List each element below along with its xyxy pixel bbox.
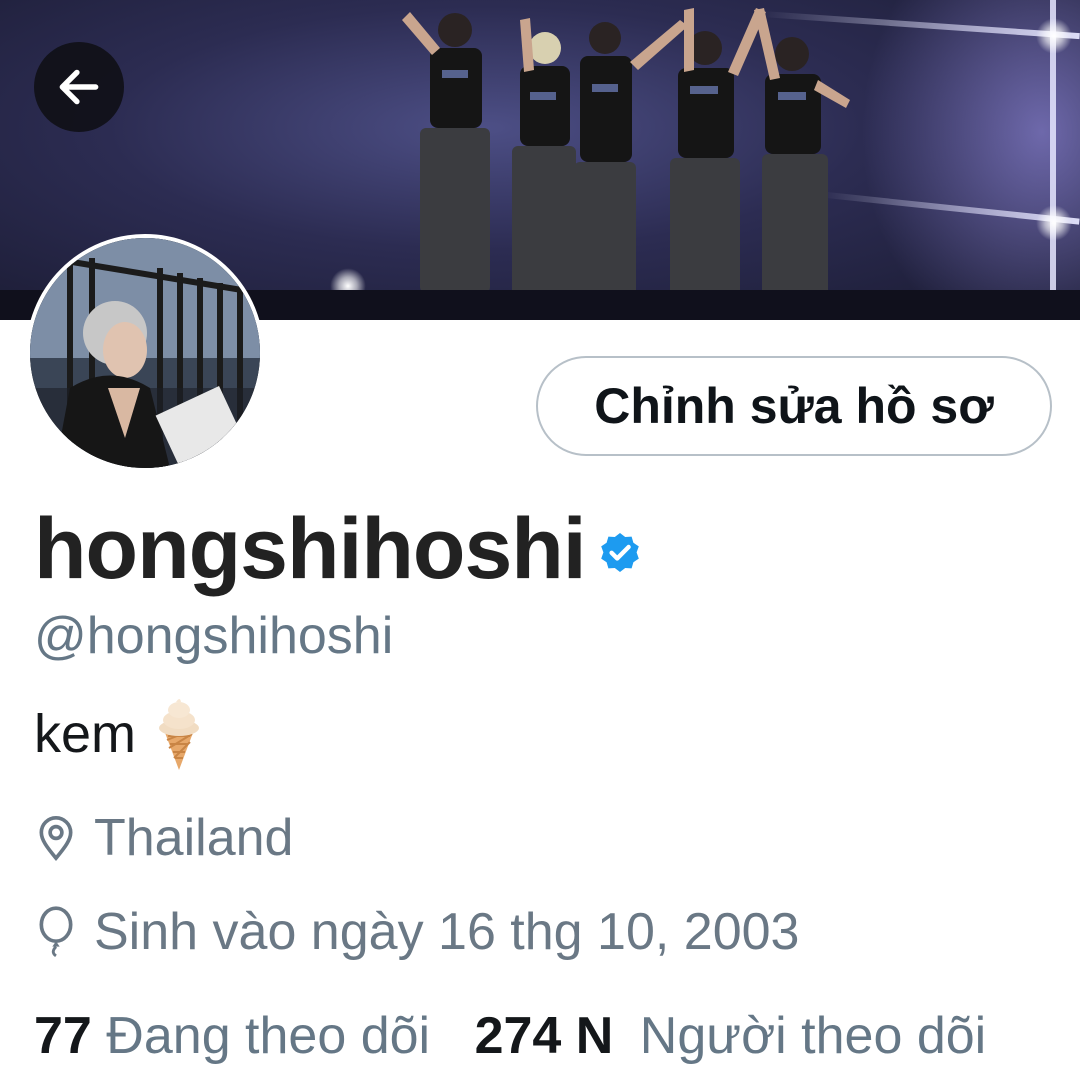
location-text: Thailand bbox=[94, 809, 294, 867]
avatar-photo bbox=[30, 238, 260, 468]
ice-cream-icon bbox=[159, 699, 200, 770]
edit-profile-button[interactable]: Chỉnh sửa hồ sơ bbox=[536, 356, 1052, 456]
display-name-row: hongshihoshi bbox=[34, 500, 644, 599]
verified-badge-icon bbox=[600, 532, 639, 572]
bio-text: kem bbox=[34, 704, 137, 764]
back-button[interactable] bbox=[34, 42, 124, 132]
location-pin-icon bbox=[39, 816, 73, 862]
display-name: hongshihoshi bbox=[34, 501, 587, 597]
avatar[interactable] bbox=[26, 234, 264, 472]
username-handle: @hongshihoshi bbox=[34, 607, 394, 665]
location-row: Thailand bbox=[34, 808, 293, 868]
balloon-icon bbox=[39, 906, 73, 958]
bio: kem bbox=[34, 696, 208, 772]
followers-label: Người theo dõi bbox=[639, 1007, 987, 1065]
birthday-row: Sinh vào ngày 16 thg 10, 2003 bbox=[34, 902, 799, 962]
following-stat[interactable]: 77 Đang theo dõi bbox=[34, 1007, 430, 1065]
following-count: 77 bbox=[34, 1007, 92, 1065]
following-label: Đang theo dõi bbox=[106, 1007, 431, 1065]
followers-stat[interactable]: 274 N Người theo dõi bbox=[475, 1007, 987, 1065]
follow-stats: 77 Đang theo dõi 274 N Người theo dõi bbox=[34, 1006, 986, 1066]
birthday-text: Sinh vào ngày 16 thg 10, 2003 bbox=[94, 903, 800, 961]
arrow-left-icon bbox=[59, 69, 99, 105]
followers-count: 274 N bbox=[474, 1007, 614, 1065]
